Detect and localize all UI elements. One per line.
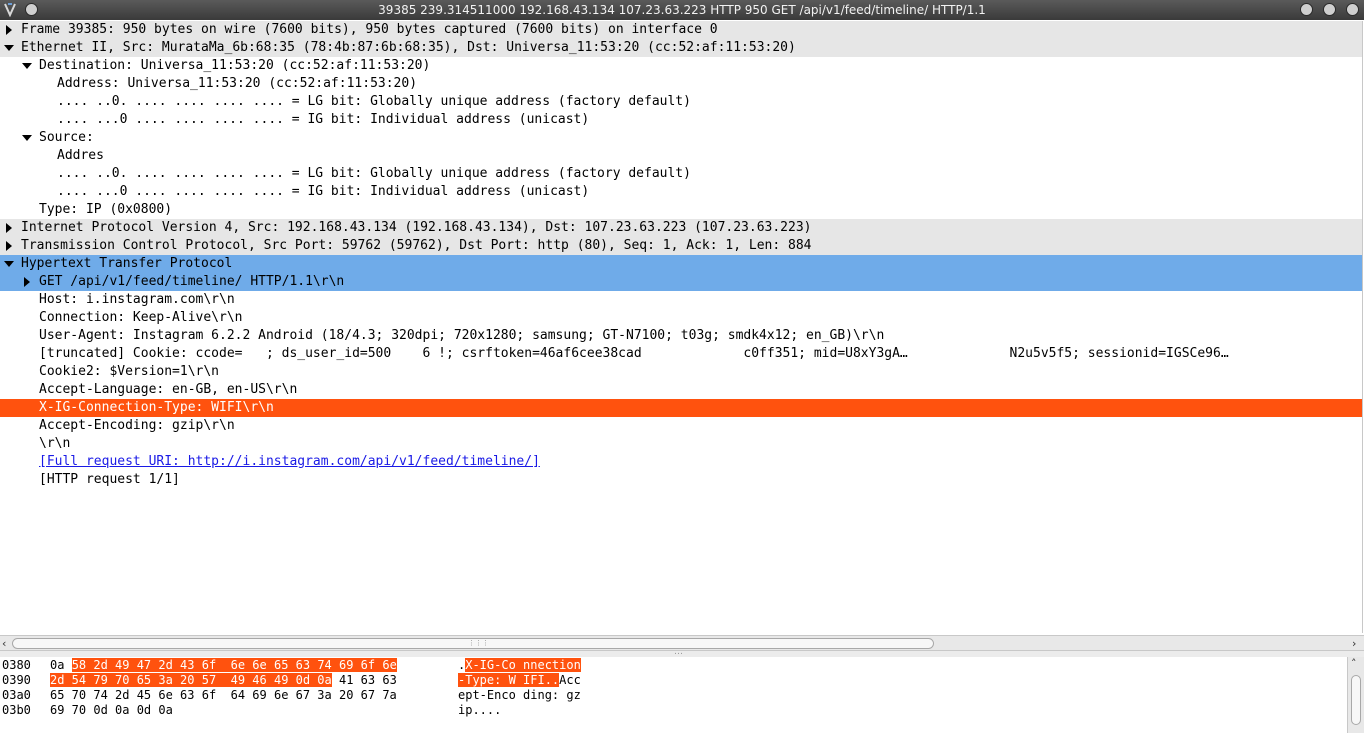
tree-row[interactable]: X-IG-Connection-Type: WIFI\r\n <box>0 399 1362 417</box>
window-titlebar: 39385 239.314511000 192.168.43.134 107.2… <box>0 0 1364 20</box>
tree-row[interactable]: .... ...0 .... .... .... .... = IG bit: … <box>0 183 1362 201</box>
tree-row[interactable]: \r\n <box>0 435 1362 453</box>
hex-bytes: 41 63 63 <box>331 673 397 687</box>
tree-row-text: .... ...0 .... .... .... .... = IG bit: … <box>57 184 590 199</box>
tree-row[interactable]: Type: IP (0x0800) <box>0 201 1362 219</box>
packet-details-tree[interactable]: Frame 39385: 950 bytes on wire (7600 bit… <box>0 21 1363 633</box>
tree-row-text: Type: IP (0x0800) <box>39 202 173 217</box>
tree-row-text: Hypertext Transfer Protocol <box>21 256 233 271</box>
tree-row-text: Connection: Keep-Alive\r\n <box>39 310 243 325</box>
tree-row[interactable]: GET /api/v1/feed/timeline/ HTTP/1.1\r\n <box>0 273 1362 291</box>
tree-row-text: Ethernet II, Src: MurataMa_6b:68:35 (78:… <box>21 40 796 55</box>
bytes-offset: 0390 <box>2 673 31 687</box>
hex-bytes: 69 70 0d 0a 0d 0a <box>50 703 173 717</box>
tree-row[interactable]: Source: <box>0 129 1362 147</box>
hex-bytes-highlighted: 2d 54 79 70 65 3a 20 57 49 46 49 0d 0a <box>50 673 332 687</box>
bytes-vertical-scrollbar[interactable]: ˄ <box>1347 657 1364 733</box>
tree-row-text: Source: <box>39 130 94 145</box>
tree-row-text: .... ..0. .... .... .... .... = LG bit: … <box>57 94 691 109</box>
collapse-arrow-icon[interactable] <box>4 261 14 267</box>
bytes-hex[interactable]: 0a 58 2d 49 47 2d 43 6f 6e 6e 65 63 74 6… <box>50 658 397 673</box>
expand-arrow-icon[interactable] <box>6 223 12 233</box>
collapse-arrow-icon[interactable] <box>4 45 14 51</box>
tree-row-text: GET /api/v1/feed/timeline/ HTTP/1.1\r\n <box>39 274 345 289</box>
hex-bytes: 65 70 74 2d 45 6e 63 6f 64 69 6e 67 3a 2… <box>50 688 397 702</box>
close-button[interactable] <box>1346 3 1359 16</box>
tree-row-text: Transmission Control Protocol, Src Port:… <box>21 238 812 253</box>
tree-row-text: [truncated] Cookie: ccode= ; ds_user_id=… <box>39 346 1363 361</box>
bytes-hex[interactable]: 2d 54 79 70 65 3a 20 57 49 46 49 0d 0a 4… <box>50 673 397 688</box>
scroll-left-arrow-icon[interactable]: ‹ <box>2 637 6 650</box>
bytes-offset: 03b0 <box>2 703 31 717</box>
collapse-arrow-icon[interactable] <box>22 135 32 141</box>
ascii-bytes: Acc <box>559 673 581 687</box>
tree-row-text: \r\n <box>39 436 71 451</box>
vertical-scroll-thumb[interactable] <box>1351 675 1361 725</box>
tree-row-text: Host: i.instagram.com\r\n <box>39 292 235 307</box>
tree-row-text: Address: Universa_11:53:20 (cc:52:af:11:… <box>57 76 418 91</box>
scroll-up-arrow-icon[interactable]: ˄ <box>1351 657 1357 670</box>
tree-row[interactable]: .... ..0. .... .... .... .... = LG bit: … <box>0 93 1362 111</box>
tree-row[interactable]: Ethernet II, Src: MurataMa_6b:68:35 (78:… <box>0 39 1362 57</box>
tree-row-text[interactable]: [Full request URI: http://i.instagram.co… <box>39 453 540 471</box>
tree-row-text: Accept-Encoding: gzip\r\n <box>39 418 235 433</box>
tree-row[interactable]: [HTTP request 1/1] <box>0 471 1362 489</box>
expand-arrow-icon[interactable] <box>6 25 12 35</box>
packet-bytes-pane[interactable]: 0380 0a 58 2d 49 47 2d 43 6f 6e 6e 65 63 … <box>0 657 1346 733</box>
minimize-button[interactable] <box>1300 3 1313 16</box>
hex-bytes: 0a <box>50 658 72 672</box>
tree-row-text: .... ...0 .... .... .... .... = IG bit: … <box>57 112 590 127</box>
tree-row[interactable]: Accept-Language: en-GB, en-US\r\n <box>0 381 1362 399</box>
tree-row[interactable]: User-Agent: Instagram 6.2.2 Android (18/… <box>0 327 1362 345</box>
bytes-hex[interactable]: 65 70 74 2d 45 6e 63 6f 64 69 6e 67 3a 2… <box>50 688 397 703</box>
tree-row-text: .... ..0. .... .... .... .... = LG bit: … <box>57 166 691 181</box>
ascii-bytes-highlighted: X-IG-Co nnection <box>465 658 581 672</box>
tree-row[interactable]: Internet Protocol Version 4, Src: 192.16… <box>0 219 1362 237</box>
tree-row[interactable]: Connection: Keep-Alive\r\n <box>0 309 1362 327</box>
maximize-button[interactable] <box>1323 3 1336 16</box>
splitter-grip-icon: … <box>674 647 683 657</box>
expand-arrow-icon[interactable] <box>6 241 12 251</box>
ascii-bytes-highlighted: -Type: W IFI.. <box>458 673 560 687</box>
tree-row[interactable]: Host: i.instagram.com\r\n <box>0 291 1362 309</box>
tree-row[interactable]: Hypertext Transfer Protocol <box>0 255 1362 273</box>
window-title: 39385 239.314511000 192.168.43.134 107.2… <box>378 3 986 17</box>
bytes-ascii[interactable]: ept-Enco ding: gz <box>458 688 581 703</box>
bytes-offset: 0380 <box>2 658 31 672</box>
tree-row-text: Cookie2: $Version=1\r\n <box>39 364 220 379</box>
tree-row-text: [HTTP request 1/1] <box>39 472 180 487</box>
tree-row[interactable]: Accept-Encoding: gzip\r\n <box>0 417 1362 435</box>
tree-row[interactable]: Frame 39385: 950 bytes on wire (7600 bit… <box>0 21 1362 39</box>
expand-arrow-icon[interactable] <box>24 277 30 287</box>
tree-row[interactable]: .... ...0 .... .... .... .... = IG bit: … <box>0 111 1362 129</box>
bytes-ascii[interactable]: .X-IG-Co nnection <box>458 658 581 673</box>
tree-row-text: Addres <box>57 148 104 163</box>
tree-row[interactable]: Addres <box>0 147 1362 165</box>
tree-row[interactable]: Cookie2: $Version=1\r\n <box>0 363 1362 381</box>
hex-bytes-highlighted: 58 2d 49 47 2d 43 6f 6e 6e 65 63 74 69 6… <box>71 658 397 672</box>
scroll-grip-icon: ⋮⋮⋮ <box>468 639 489 647</box>
tree-row-text: Destination: Universa_11:53:20 (cc:52:af… <box>39 58 431 73</box>
scroll-right-arrow-icon[interactable]: › <box>1352 637 1356 650</box>
tree-row[interactable]: .... ..0. .... .... .... .... = LG bit: … <box>0 165 1362 183</box>
tree-row[interactable]: Transmission Control Protocol, Src Port:… <box>0 237 1362 255</box>
tree-row-text: User-Agent: Instagram 6.2.2 Android (18/… <box>39 328 885 343</box>
ascii-bytes: ept-Enco ding: gz <box>458 688 581 702</box>
tree-row-text: Accept-Language: en-GB, en-US\r\n <box>39 382 298 397</box>
tree-row-text: Frame 39385: 950 bytes on wire (7600 bit… <box>21 22 718 37</box>
bytes-ascii[interactable]: -Type: W IFI..Acc <box>458 673 581 688</box>
tree-row[interactable]: Destination: Universa_11:53:20 (cc:52:af… <box>0 57 1362 75</box>
tree-row[interactable]: [truncated] Cookie: ccode= ; ds_user_id=… <box>0 345 1362 363</box>
tree-row[interactable]: Address: Universa_11:53:20 (cc:52:af:11:… <box>0 75 1362 93</box>
tree-row-text: X-IG-Connection-Type: WIFI\r\n <box>39 400 274 415</box>
ascii-bytes: ip.... <box>458 703 502 717</box>
tree-row[interactable]: [Full request URI: http://i.instagram.co… <box>0 453 1362 471</box>
collapse-arrow-icon[interactable] <box>22 63 32 69</box>
bytes-offset: 03a0 <box>2 688 31 702</box>
bytes-hex[interactable]: 69 70 0d 0a 0d 0a <box>50 703 173 718</box>
bytes-ascii[interactable]: ip.... <box>458 703 501 718</box>
tree-row-text: Internet Protocol Version 4, Src: 192.16… <box>21 220 812 235</box>
